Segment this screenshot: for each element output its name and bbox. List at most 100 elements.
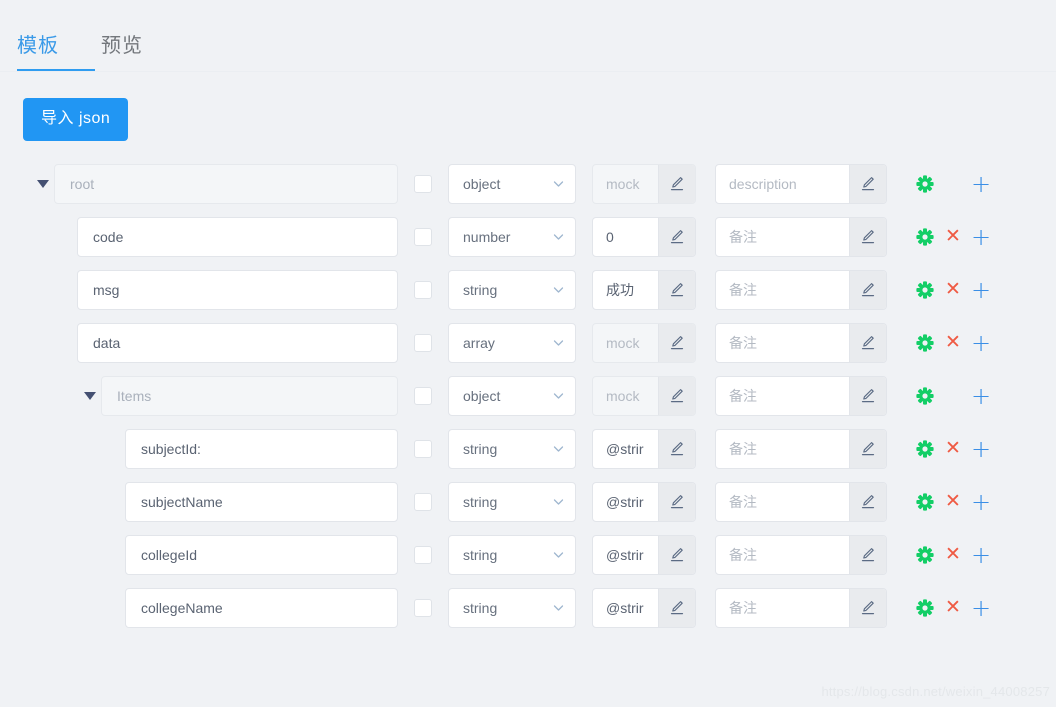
type-select-value: string <box>463 493 498 510</box>
required-checkbox[interactable] <box>414 227 432 246</box>
description-input[interactable]: 备注 <box>716 536 849 574</box>
type-select[interactable]: string <box>448 428 576 469</box>
caret-down-icon[interactable] <box>84 391 96 400</box>
expand-toggle[interactable] <box>79 369 101 422</box>
field-name-input[interactable] <box>125 481 398 522</box>
mock-value-input[interactable]: @strir <box>593 483 658 521</box>
gear-icon[interactable] <box>911 594 939 622</box>
required-checkbox[interactable] <box>414 492 432 511</box>
mock-value-cell: 0 <box>592 216 696 257</box>
mock-edit-button[interactable] <box>658 429 695 468</box>
gear-icon[interactable] <box>911 170 939 198</box>
mock-edit-button[interactable] <box>658 376 695 415</box>
description-edit-button[interactable] <box>849 164 886 203</box>
mock-edit-button[interactable] <box>658 164 695 203</box>
mock-value-input[interactable]: @strir <box>593 589 658 627</box>
description-edit-button[interactable] <box>849 482 886 521</box>
gear-icon[interactable] <box>911 435 939 463</box>
plus-icon[interactable]: + <box>967 382 995 410</box>
close-x-icon[interactable]: ✕ <box>939 594 967 622</box>
gear-icon[interactable] <box>911 223 939 251</box>
plus-icon[interactable]: + <box>967 435 995 463</box>
field-name-input[interactable] <box>77 216 398 257</box>
toolbar: 导入 json <box>0 76 1056 141</box>
required-checkbox[interactable] <box>414 386 432 405</box>
required-checkbox[interactable] <box>414 333 432 352</box>
plus-icon[interactable]: + <box>967 170 995 198</box>
required-checkbox[interactable] <box>414 439 432 458</box>
type-select[interactable]: string <box>448 534 576 575</box>
plus-icon[interactable]: + <box>967 594 995 622</box>
type-select[interactable]: object <box>448 375 576 416</box>
mock-edit-button[interactable] <box>658 270 695 309</box>
tab-preview[interactable]: 预览 <box>101 36 143 62</box>
close-x-icon[interactable]: ✕ <box>939 276 967 304</box>
field-name-input[interactable] <box>101 375 398 416</box>
close-x-icon[interactable]: ✕ <box>939 329 967 357</box>
description-edit-button[interactable] <box>849 323 886 362</box>
type-select[interactable]: object <box>448 163 576 204</box>
close-x-icon[interactable]: ✕ <box>939 488 967 516</box>
type-select[interactable]: string <box>448 587 576 628</box>
field-name-input[interactable] <box>77 269 398 310</box>
plus-icon[interactable]: + <box>967 329 995 357</box>
field-name-input[interactable] <box>77 322 398 363</box>
description-input[interactable]: 备注 <box>716 324 849 362</box>
description-edit-button[interactable] <box>849 217 886 256</box>
gear-icon[interactable] <box>911 382 939 410</box>
description-edit-button[interactable] <box>849 376 886 415</box>
description-edit-button[interactable] <box>849 429 886 468</box>
description-input[interactable]: description <box>716 165 849 203</box>
description-input[interactable]: 备注 <box>716 377 849 415</box>
mock-edit-button[interactable] <box>658 217 695 256</box>
required-checkbox[interactable] <box>414 598 432 617</box>
plus-icon[interactable]: + <box>967 276 995 304</box>
mock-value-input[interactable]: 成功 <box>593 271 658 309</box>
gear-icon[interactable] <box>911 276 939 304</box>
gear-icon[interactable] <box>911 541 939 569</box>
mock-edit-button[interactable] <box>658 482 695 521</box>
type-select[interactable]: string <box>448 269 576 310</box>
mock-value-input[interactable]: mock <box>593 377 658 415</box>
plus-icon[interactable]: + <box>967 488 995 516</box>
description-input[interactable]: 备注 <box>716 589 849 627</box>
close-x-icon[interactable]: ✕ <box>939 541 967 569</box>
description-edit-button[interactable] <box>849 535 886 574</box>
mock-value-input[interactable]: @strir <box>593 536 658 574</box>
type-select[interactable]: number <box>448 216 576 257</box>
description-edit-button[interactable] <box>849 588 886 627</box>
description-cell: 备注 <box>715 322 887 363</box>
description-input[interactable]: 备注 <box>716 271 849 309</box>
description-input[interactable]: 备注 <box>716 218 849 256</box>
description-input[interactable]: 备注 <box>716 483 849 521</box>
mock-value-input[interactable]: 0 <box>593 218 658 256</box>
type-select[interactable]: string <box>448 481 576 522</box>
close-x-icon[interactable]: ✕ <box>939 223 967 251</box>
import-json-button[interactable]: 导入 json <box>23 98 129 141</box>
mock-value-input[interactable]: mock <box>593 324 658 362</box>
close-x-icon[interactable]: ✕ <box>939 435 967 463</box>
tab-template[interactable]: 模板 <box>17 36 59 62</box>
field-name-input[interactable] <box>125 587 398 628</box>
mock-edit-button[interactable] <box>658 535 695 574</box>
field-name-input[interactable] <box>125 534 398 575</box>
expand-toggle[interactable] <box>32 157 54 210</box>
field-name-input[interactable] <box>54 163 398 204</box>
plus-icon[interactable]: + <box>967 541 995 569</box>
plus-icon[interactable]: + <box>967 223 995 251</box>
mock-value-input[interactable]: @strir <box>593 430 658 468</box>
type-select[interactable]: array <box>448 322 576 363</box>
caret-down-icon[interactable] <box>37 179 49 188</box>
required-checkbox[interactable] <box>414 280 432 299</box>
mock-edit-button[interactable] <box>658 588 695 627</box>
required-checkbox[interactable] <box>414 174 432 193</box>
description-input[interactable]: 备注 <box>716 430 849 468</box>
field-name-input[interactable] <box>125 428 398 469</box>
description-edit-button[interactable] <box>849 270 886 309</box>
row-actions: ✕ + <box>911 488 995 516</box>
gear-icon[interactable] <box>911 329 939 357</box>
mock-edit-button[interactable] <box>658 323 695 362</box>
gear-icon[interactable] <box>911 488 939 516</box>
required-checkbox[interactable] <box>414 545 432 564</box>
mock-value-input[interactable]: mock <box>593 165 658 203</box>
